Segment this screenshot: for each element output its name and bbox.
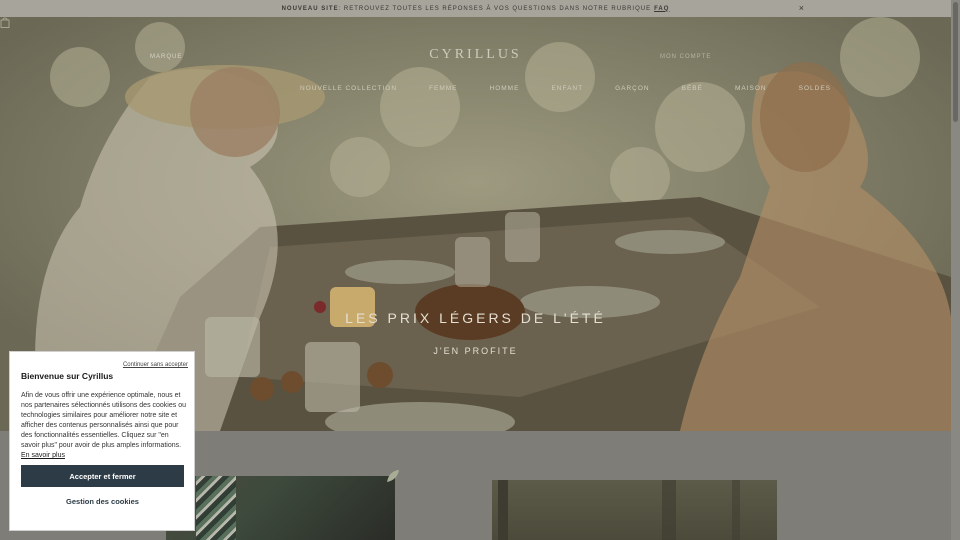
main-nav: NOUVELLE COLLECTION FEMME HOMME ENFANT G… <box>300 85 863 92</box>
tree-trunk-image <box>498 480 508 540</box>
continue-without-accepting-link[interactable]: Continuer sans accepter <box>123 362 188 368</box>
nav-item-garcon[interactable]: GARÇON <box>615 85 650 92</box>
hero-title: LES PRIX LÉGERS DE L'ÉTÉ <box>345 310 606 326</box>
learn-more-link[interactable]: En savoir plus <box>21 452 65 459</box>
nav-item-enfant[interactable]: ENFANT <box>551 85 583 92</box>
scrollbar-thumb[interactable] <box>953 2 958 122</box>
product-card-image-2[interactable] <box>492 480 777 540</box>
nav-item-maison[interactable]: MAISON <box>735 85 767 92</box>
tree-trunk-image <box>732 480 740 540</box>
tree-trunk-image <box>662 480 676 540</box>
manage-cookies-button[interactable]: Gestion des cookies <box>21 497 184 506</box>
striped-scarf-image <box>196 476 236 540</box>
leaf-icon <box>387 470 399 482</box>
cookie-consent-dialog: Continuer sans accepter Bienvenue sur Cy… <box>9 351 195 531</box>
page-scrollbar[interactable] <box>951 0 960 540</box>
nav-item-nouvelle-collection[interactable]: NOUVELLE COLLECTION <box>300 85 397 92</box>
cookie-body-text: Afin de vous offrir une expérience optim… <box>21 392 186 449</box>
close-icon[interactable]: × <box>799 3 805 13</box>
announcement-bar: NOUVEAU SITE : RETROUVEZ TOUTES LES RÉPO… <box>0 0 951 17</box>
cookie-dialog-title: Bienvenue sur Cyrillus <box>21 371 114 381</box>
nav-item-soldes[interactable]: SOLDES <box>799 85 831 92</box>
accept-and-close-button[interactable]: Accepter et fermer <box>21 465 184 487</box>
announcement-label: NOUVEAU SITE <box>281 5 339 12</box>
account-link[interactable]: MON COMPTE <box>660 54 711 60</box>
cookie-dialog-body: Afin de vous offrir une expérience optim… <box>21 391 189 461</box>
product-card-image-1[interactable] <box>166 476 395 540</box>
nav-item-bebe[interactable]: BÉBÉ <box>682 85 703 92</box>
nav-item-homme[interactable]: HOMME <box>490 85 520 92</box>
faq-link[interactable]: FAQ <box>654 6 669 12</box>
nav-item-femme[interactable]: FEMME <box>429 85 457 92</box>
shopping-bag-icon[interactable] <box>0 17 10 28</box>
site-logo[interactable]: CYRILLUS <box>0 47 951 63</box>
announcement-text: : RETROUVEZ TOUTES LES RÉPONSES À VOS QU… <box>338 5 652 12</box>
